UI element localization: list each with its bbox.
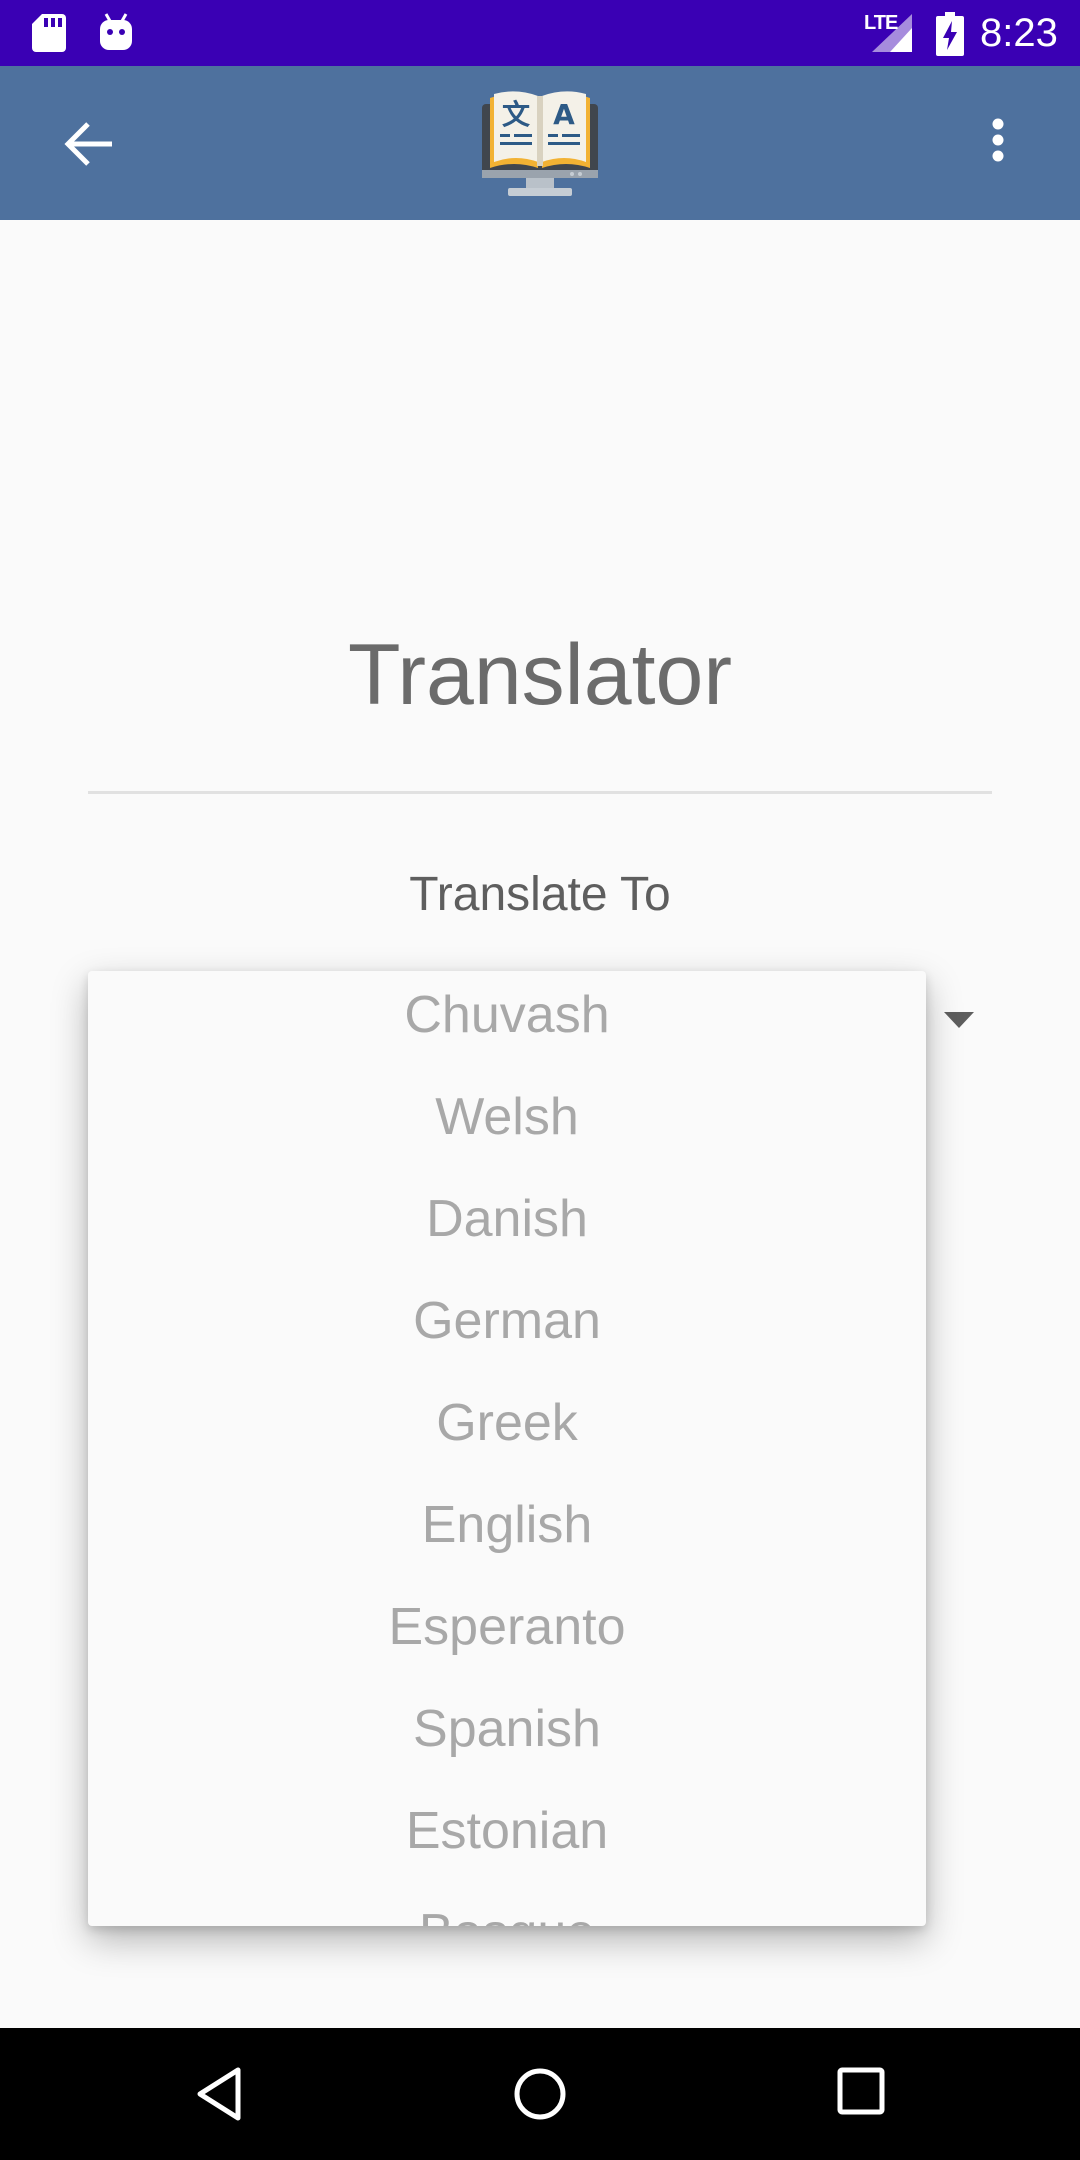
status-bar: LTE 8:23 [0,0,1080,66]
signal-icon [868,14,914,59]
dropdown-arrow-icon[interactable] [944,1012,974,1035]
language-dropdown[interactable]: Chuvash Welsh Danish German Greek Englis… [88,971,926,1926]
battery-charging-icon [936,12,964,61]
nav-home-icon [514,2068,566,2120]
nav-back-icon [197,2067,241,2121]
language-option-estonian[interactable]: Estonian [88,1787,926,1889]
svg-text:A: A [553,98,575,131]
back-button[interactable] [50,108,130,178]
language-option-english[interactable]: English [88,1481,926,1583]
nav-home-button[interactable] [510,2064,570,2129]
android-icon [98,12,134,57]
overflow-menu-button[interactable] [976,114,1020,184]
divider [88,791,992,794]
language-option-welsh[interactable]: Welsh [88,1073,926,1175]
app-bar: 文 A [0,66,1080,220]
language-option-esperanto[interactable]: Esperanto [88,1583,926,1685]
sd-card-icon [32,14,66,57]
language-option-spanish[interactable]: Spanish [88,1685,926,1787]
nav-recents-icon [837,2067,885,2115]
status-time: 8:23 [980,11,1058,55]
navigation-bar [0,2028,1080,2160]
nav-recents-button[interactable] [836,2066,886,2121]
language-option-chuvash[interactable]: Chuvash [88,971,926,1073]
language-option-danish[interactable]: Danish [88,1175,926,1277]
translate-to-label: Translate To [409,868,671,921]
language-option-greek[interactable]: Greek [88,1379,926,1481]
language-option-german[interactable]: German [88,1277,926,1379]
page-title: Translator [348,627,732,723]
nav-back-button[interactable] [192,2064,252,2129]
svg-text:文: 文 [502,98,530,131]
language-option-basque[interactable]: Basque [88,1889,926,1926]
language-list: Chuvash Welsh Danish German Greek Englis… [88,971,926,1926]
back-arrow-icon [64,122,112,166]
overflow-menu-icon [992,118,1004,162]
translator-logo-icon: 文 A [480,84,600,209]
